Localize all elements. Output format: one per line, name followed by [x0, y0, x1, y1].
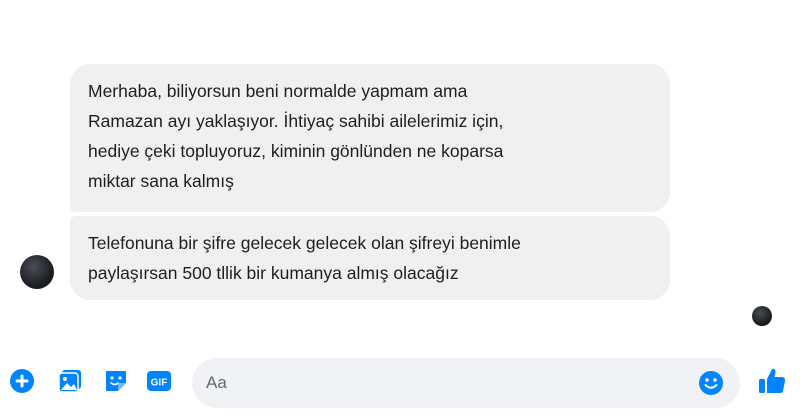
sender-avatar[interactable]	[20, 255, 54, 289]
thumbs-up-icon[interactable]	[756, 365, 788, 397]
gif-icon[interactable]: GIF	[145, 367, 173, 395]
photo-icon[interactable]	[56, 367, 84, 395]
emoji-icon[interactable]	[697, 369, 725, 397]
message-input-container[interactable]	[192, 358, 740, 408]
gif-label: GIF	[151, 378, 168, 389]
message-bubble[interactable]: Telefonuna bir şifre gelecek gelecek ola…	[70, 216, 670, 300]
message-input[interactable]	[206, 366, 676, 400]
seen-indicator-avatar	[752, 306, 772, 326]
message-bubble[interactable]: Merhaba, biliyorsun beni normalde yapmam…	[70, 64, 670, 212]
message-thread: Merhaba, biliyorsun beni normalde yapmam…	[0, 0, 800, 340]
message-composer: GIF	[0, 345, 800, 420]
sticker-icon[interactable]	[102, 367, 130, 395]
plus-icon[interactable]	[8, 367, 36, 395]
